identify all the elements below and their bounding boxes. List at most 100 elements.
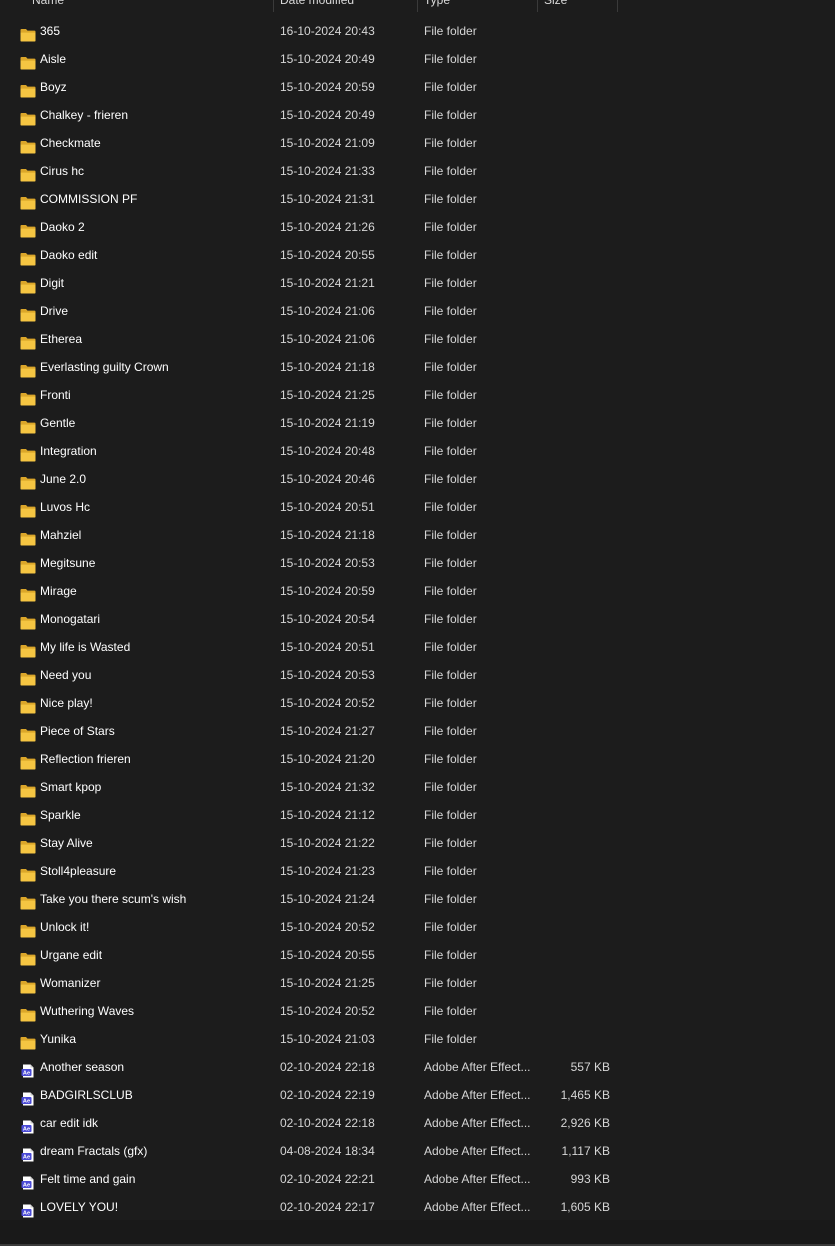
file-date-modified: 15-10-2024 21:09 — [280, 136, 375, 150]
file-type: File folder — [424, 696, 477, 710]
file-row[interactable]: Chalkey - frieren 15-10-2024 20:49 File fo… — [0, 101, 835, 129]
file-type: File folder — [424, 416, 477, 430]
file-row[interactable]: Etherea 15-10-2024 21:06 File folder — [0, 325, 835, 353]
file-type: File folder — [424, 920, 477, 934]
file-size: 993 KB — [570, 1172, 610, 1186]
file-type: File folder — [424, 108, 477, 122]
file-date-modified: 15-10-2024 20:52 — [280, 696, 375, 710]
file-type: File folder — [424, 472, 477, 486]
file-name: Checkmate — [40, 136, 101, 150]
file-row[interactable]: Monogatari 15-10-2024 20:54 File folder — [0, 605, 835, 633]
file-row[interactable]: My life is Wasted 15-10-2024 20:51 File fo… — [0, 633, 835, 661]
file-date-modified: 02-10-2024 22:21 — [280, 1172, 375, 1186]
file-type: Adobe After Effect... — [424, 1088, 531, 1102]
file-date-modified: 15-10-2024 20:55 — [280, 248, 375, 262]
folder-icon — [20, 276, 36, 294]
file-name: Cirus hc — [40, 164, 85, 178]
after-effects-file-icon: Ae — [20, 1088, 36, 1106]
file-row[interactable]: Mirage 15-10-2024 20:59 File folder — [0, 577, 835, 605]
file-row[interactable]: Daoko 2 15-10-2024 21:26 File folder — [0, 213, 835, 241]
svg-text:Ae: Ae — [23, 1183, 30, 1189]
column-header-size[interactable]: Size — [538, 0, 618, 12]
file-row[interactable]: Luvos Hc 15-10-2024 20:51 File folder — [0, 493, 835, 521]
file-row[interactable]: Wuthering Waves 15-10-2024 20:52 File fold… — [0, 997, 835, 1025]
file-name: Stay Alive — [40, 836, 93, 850]
file-row[interactable]: Everlasting guilty Crown 15-10-2024 21:18… — [0, 353, 835, 381]
file-type: Adobe After Effect... — [424, 1200, 531, 1214]
file-name: Reflection frieren — [40, 752, 131, 766]
folder-icon — [20, 248, 36, 266]
file-date-modified: 15-10-2024 21:03 — [280, 1032, 375, 1046]
file-size: 1,117 KB — [561, 1144, 610, 1158]
file-type: File folder — [424, 1032, 477, 1046]
file-row[interactable]: Ae Felt time and gain 02-10-2024 22:21 Adob… — [0, 1165, 835, 1193]
file-name: Monogatari — [40, 612, 101, 626]
file-row[interactable]: Ae dream Fractals (gfx) 04-08-2024 18:34 Ad… — [0, 1137, 835, 1165]
file-type: File folder — [424, 724, 477, 738]
file-date-modified: 15-10-2024 20:55 — [280, 948, 375, 962]
file-name: Integration — [40, 444, 97, 458]
file-row[interactable]: Megitsune 15-10-2024 20:53 File folder — [0, 549, 835, 577]
file-row[interactable]: Daoko edit 15-10-2024 20:55 File folder — [0, 241, 835, 269]
file-row[interactable]: Integration 15-10-2024 20:48 File folder — [0, 437, 835, 465]
folder-icon — [20, 24, 36, 42]
file-row[interactable]: Take you there scum's wish 15-10-2024 21:… — [0, 885, 835, 913]
file-row[interactable]: Stoll4pleasure 15-10-2024 21:23 File folde… — [0, 857, 835, 885]
file-date-modified: 15-10-2024 20:53 — [280, 668, 375, 682]
file-type: File folder — [424, 752, 477, 766]
file-row[interactable]: 365 16-10-2024 20:43 File folder — [0, 17, 835, 45]
file-row[interactable]: Ae car edit idk 02-10-2024 22:18 Adobe Afte… — [0, 1109, 835, 1137]
file-name: Chalkey - frieren — [40, 108, 129, 122]
file-date-modified: 15-10-2024 21:26 — [280, 220, 375, 234]
file-row[interactable]: Fronti 15-10-2024 21:25 File folder — [0, 381, 835, 409]
file-row[interactable]: Sparkle 15-10-2024 21:12 File folder — [0, 801, 835, 829]
file-row[interactable]: Need you 15-10-2024 20:53 File folder — [0, 661, 835, 689]
file-type: Adobe After Effect... — [424, 1060, 531, 1074]
file-row[interactable]: Ae LOVELY YOU! 02-10-2024 22:17 Adobe After… — [0, 1193, 835, 1221]
file-name: Fronti — [40, 388, 71, 402]
folder-icon — [20, 920, 36, 938]
file-row[interactable]: Urgane edit 15-10-2024 20:55 File folder — [0, 941, 835, 969]
file-row[interactable]: Piece of Stars 15-10-2024 21:27 File folde… — [0, 717, 835, 745]
file-row[interactable]: COMMISSION PF 15-10-2024 21:31 File folder — [0, 185, 835, 213]
file-row[interactable]: June 2.0 15-10-2024 20:46 File folder — [0, 465, 835, 493]
file-name: Unlock it! — [40, 920, 90, 934]
file-row[interactable]: Reflection frieren 15-10-2024 21:20 File f… — [0, 745, 835, 773]
file-row[interactable]: Drive 15-10-2024 21:06 File folder — [0, 297, 835, 325]
column-header-date-modified[interactable]: Date modified — [274, 0, 418, 12]
file-type: File folder — [424, 836, 477, 850]
folder-icon — [20, 584, 36, 602]
folder-icon — [20, 780, 36, 798]
file-row[interactable]: Smart kpop 15-10-2024 21:32 File folder — [0, 773, 835, 801]
file-row[interactable]: Stay Alive 15-10-2024 21:22 File folder — [0, 829, 835, 857]
file-row[interactable]: Unlock it! 15-10-2024 20:52 File folder — [0, 913, 835, 941]
file-date-modified: 02-10-2024 22:18 — [280, 1116, 375, 1130]
file-row[interactable]: Aisle 15-10-2024 20:49 File folder — [0, 45, 835, 73]
file-row[interactable]: Ae Another season 02-10-2024 22:18 Adobe Af… — [0, 1053, 835, 1081]
file-row[interactable]: Checkmate 15-10-2024 21:09 File folder — [0, 129, 835, 157]
file-row[interactable]: Nice play! 15-10-2024 20:52 File folder — [0, 689, 835, 717]
file-type: File folder — [424, 640, 477, 654]
file-name: car edit idk — [40, 1116, 99, 1130]
column-header-type[interactable]: Type — [418, 0, 538, 12]
folder-icon — [20, 416, 36, 434]
file-date-modified: 15-10-2024 20:49 — [280, 52, 375, 66]
file-row[interactable]: Cirus hc 15-10-2024 21:33 File folder — [0, 157, 835, 185]
file-row[interactable]: Boyz 15-10-2024 20:59 File folder — [0, 73, 835, 101]
svg-text:Ae: Ae — [23, 1155, 30, 1161]
file-row[interactable]: Gentle 15-10-2024 21:19 File folder — [0, 409, 835, 437]
folder-icon — [20, 108, 36, 126]
file-row[interactable]: Digit 15-10-2024 21:21 File folder — [0, 269, 835, 297]
file-type: Adobe After Effect... — [424, 1144, 531, 1158]
file-name: Drive — [40, 304, 69, 318]
file-row[interactable]: Womanizer 15-10-2024 21:25 File folder — [0, 969, 835, 997]
file-row[interactable]: Ae BADGIRLSCLUB 02-10-2024 22:19 Adobe Afte… — [0, 1081, 835, 1109]
file-row[interactable]: Mahziel 15-10-2024 21:18 File folder — [0, 521, 835, 549]
file-type: Adobe After Effect... — [424, 1116, 531, 1130]
file-type: File folder — [424, 248, 477, 262]
file-row[interactable]: Yunika 15-10-2024 21:03 File folder — [0, 1025, 835, 1053]
file-date-modified: 15-10-2024 21:18 — [280, 360, 375, 374]
file-name: Felt time and gain — [40, 1172, 136, 1186]
column-header-name[interactable]: Name — [26, 0, 274, 12]
folder-icon — [20, 864, 36, 882]
